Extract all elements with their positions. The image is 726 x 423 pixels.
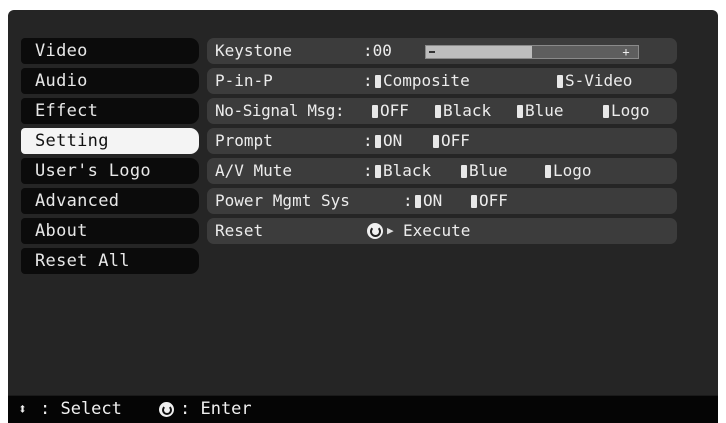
option-marker-icon [603,105,609,118]
no-signal-option-blue[interactable]: Blue [517,98,564,124]
av-mute-option-blue[interactable]: Blue [461,158,508,184]
option-marker-icon [461,165,467,178]
menu-item-advanced[interactable]: Advanced [21,188,199,214]
keystone-slider-fill [426,46,532,58]
arrow-right-icon: ▶ [387,224,394,237]
option-marker-icon [375,135,381,148]
colon: : [403,191,413,210]
option-marker-icon [372,105,378,118]
option-marker-icon [415,195,421,208]
menu-item-effect[interactable]: Effect [21,98,199,124]
status-bar: ⬍ : Select : Enter [8,395,718,423]
power-mgmt-option-on[interactable]: ON [415,188,442,214]
keystone-row[interactable]: Keystone :00 + [207,38,677,64]
option-marker-icon [433,135,439,148]
no-signal-option-off[interactable]: OFF [372,98,409,124]
projector-osd-screen: Video Audio Effect Setting User's Logo A… [8,10,718,423]
minus-icon [429,51,435,53]
option-marker-icon [557,75,563,88]
main-menu: Video Audio Effect Setting User's Logo A… [21,38,199,278]
prompt-row[interactable]: Prompt : ON OFF [207,128,677,154]
setting-panel: Keystone :00 + P-in-P : Composite S-Vide… [207,38,677,248]
keystone-slider[interactable]: + [425,45,639,59]
no-signal-option-logo[interactable]: Logo [603,98,650,124]
enter-button-icon [367,223,383,239]
pinp-row[interactable]: P-in-P : Composite S-Video [207,68,677,94]
menu-item-audio[interactable]: Audio [21,68,199,94]
power-mgmt-option-off[interactable]: OFF [471,188,508,214]
option-marker-icon [375,75,381,88]
prompt-option-on[interactable]: ON [375,128,402,154]
reset-execute-button[interactable]: Execute [403,218,470,244]
option-marker-icon [471,195,477,208]
no-signal-option-black[interactable]: Black [435,98,491,124]
no-signal-label: No-Signal Msg: [215,101,345,120]
option-marker-icon [517,105,523,118]
colon: : [363,71,373,90]
menu-item-users-logo[interactable]: User's Logo [21,158,199,184]
av-mute-option-logo[interactable]: Logo [545,158,592,184]
keystone-label: Keystone [215,41,293,60]
pinp-label: P-in-P [215,71,273,90]
prompt-label: Prompt [215,131,273,150]
power-mgmt-row[interactable]: Power Mgmt Sys : ON OFF [207,188,677,214]
keystone-value: :00 [363,41,392,60]
up-down-arrow-icon: ⬍ [18,400,28,418]
pinp-option-composite[interactable]: Composite [375,68,470,94]
menu-item-video[interactable]: Video [21,38,199,64]
pinp-option-svideo[interactable]: S-Video [557,68,632,94]
enter-button-icon [159,402,174,417]
enter-hint: : Enter [180,399,252,419]
av-mute-label: A/V Mute [215,161,293,180]
option-marker-icon [435,105,441,118]
no-signal-row[interactable]: No-Signal Msg: OFF Black Blue Logo [207,98,677,124]
colon: : [363,161,373,180]
menu-item-reset-all[interactable]: Reset All [21,248,199,274]
select-hint: : Select [40,399,122,419]
reset-label: Reset [215,221,264,240]
av-mute-row[interactable]: A/V Mute : Black Blue Logo [207,158,677,184]
option-marker-icon [545,165,551,178]
menu-item-about[interactable]: About [21,218,199,244]
menu-item-setting[interactable]: Setting [21,128,199,154]
av-mute-option-black[interactable]: Black [375,158,431,184]
colon: : [363,131,373,150]
prompt-option-off[interactable]: OFF [433,128,470,154]
power-mgmt-label: Power Mgmt Sys [215,191,350,210]
plus-icon: + [622,45,630,59]
option-marker-icon [375,165,381,178]
reset-row[interactable]: Reset ▶ Execute [207,218,677,244]
